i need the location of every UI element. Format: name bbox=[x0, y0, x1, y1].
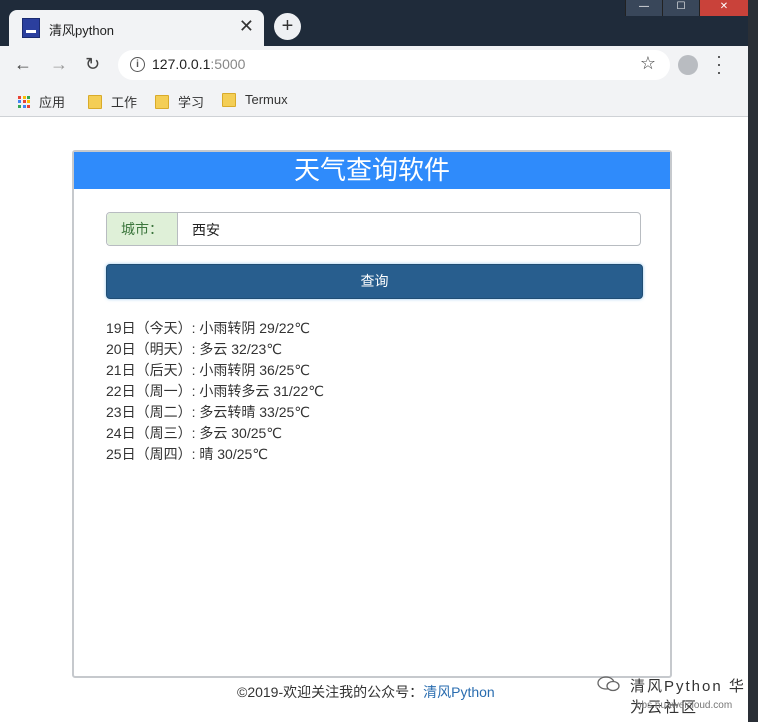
folder-icon bbox=[155, 94, 169, 109]
tab-title: 清风python bbox=[49, 23, 115, 38]
bookmark-label: Termux bbox=[245, 92, 288, 107]
forecast-item: 20日（明天）: 多云 32/23℃ bbox=[106, 341, 282, 357]
folder-icon bbox=[88, 94, 102, 109]
bookmark-study[interactable]: 学习 bbox=[155, 92, 204, 111]
forecast-item: 21日（后天）: 小雨转阴 36/25℃ bbox=[106, 362, 310, 378]
url-port: :5000 bbox=[210, 56, 246, 72]
page-title: 天气查询软件 bbox=[74, 152, 670, 189]
bookmark-label: 工作 bbox=[111, 95, 138, 110]
weather-panel: 天气查询软件 城市： 西安 查询 19日（今天）: 小雨转阴 29/22℃ 20… bbox=[72, 150, 672, 678]
browser-toolbar: ← → ↻ i 127.0.0.1:5000 ☆ · · · bbox=[0, 46, 748, 84]
window-edge bbox=[748, 0, 758, 722]
browser-titlebar: — ☐ ✕ 清风python ✕ + bbox=[0, 0, 748, 46]
bookmark-label: 应用 bbox=[39, 95, 66, 110]
forecast-list: 19日（今天）: 小雨转阴 29/22℃ 20日（明天）: 多云 32/23℃ … bbox=[106, 318, 324, 465]
bookmark-termux[interactable]: Termux bbox=[222, 92, 288, 107]
info-icon[interactable]: i bbox=[130, 57, 145, 72]
url-host: 127.0.0.1 bbox=[152, 56, 211, 72]
forward-arrow-icon[interactable]: → bbox=[50, 54, 68, 75]
window-controls: — ☐ ✕ bbox=[625, 0, 748, 16]
profile-avatar[interactable] bbox=[678, 55, 698, 75]
city-label: 城市： bbox=[107, 213, 178, 245]
browser-tab[interactable]: 清风python ✕ bbox=[9, 10, 264, 46]
forecast-item: 19日（今天）: 小雨转阴 29/22℃ bbox=[106, 320, 310, 336]
footer-text: ©2019-欢迎关注我的公众号： bbox=[237, 684, 424, 700]
new-tab-button[interactable]: + bbox=[274, 13, 301, 40]
close-window-button[interactable]: ✕ bbox=[699, 0, 748, 16]
forecast-item: 25日（周四）: 晴 30/25℃ bbox=[106, 446, 268, 462]
forecast-item: 23日（周二）: 多云转晴 33/25℃ bbox=[106, 404, 310, 420]
close-tab-icon[interactable]: ✕ bbox=[239, 16, 254, 37]
reload-icon[interactable]: ↻ bbox=[85, 54, 100, 75]
minimize-button[interactable]: — bbox=[625, 0, 662, 16]
bookmarks-bar: 应用 工作 学习 Termux bbox=[0, 84, 748, 117]
favicon-icon bbox=[22, 18, 40, 38]
city-input[interactable]: 西安 bbox=[192, 220, 220, 240]
wechat-icon bbox=[597, 676, 620, 692]
url-text[interactable]: 127.0.0.1:5000 bbox=[152, 56, 245, 72]
bookmark-label: 学习 bbox=[178, 95, 205, 110]
address-bar[interactable]: i 127.0.0.1:5000 ☆ bbox=[118, 50, 670, 80]
bookmark-work[interactable]: 工作 bbox=[88, 92, 137, 111]
bookmark-apps[interactable]: 应用 bbox=[18, 92, 65, 111]
page-footer: ©2019-欢迎关注我的公众号：清风Python bbox=[237, 682, 495, 702]
watermark-url: bbs.huaweicloud.com bbox=[636, 700, 733, 711]
maximize-button[interactable]: ☐ bbox=[662, 0, 699, 16]
city-input-group: 城市： 西安 bbox=[106, 212, 641, 246]
query-button[interactable]: 查询 bbox=[106, 264, 643, 299]
folder-icon bbox=[222, 92, 236, 107]
forecast-item: 22日（周一）: 小雨转多云 31/22℃ bbox=[106, 383, 324, 399]
back-arrow-icon[interactable]: ← bbox=[14, 54, 32, 75]
apps-grid-icon bbox=[18, 95, 30, 108]
footer-link[interactable]: 清风Python bbox=[423, 684, 495, 700]
browser-menu-icon[interactable]: · · · bbox=[716, 47, 722, 81]
forecast-item: 24日（周三）: 多云 30/25℃ bbox=[106, 425, 282, 441]
bookmark-star-icon[interactable]: ☆ bbox=[640, 53, 656, 74]
